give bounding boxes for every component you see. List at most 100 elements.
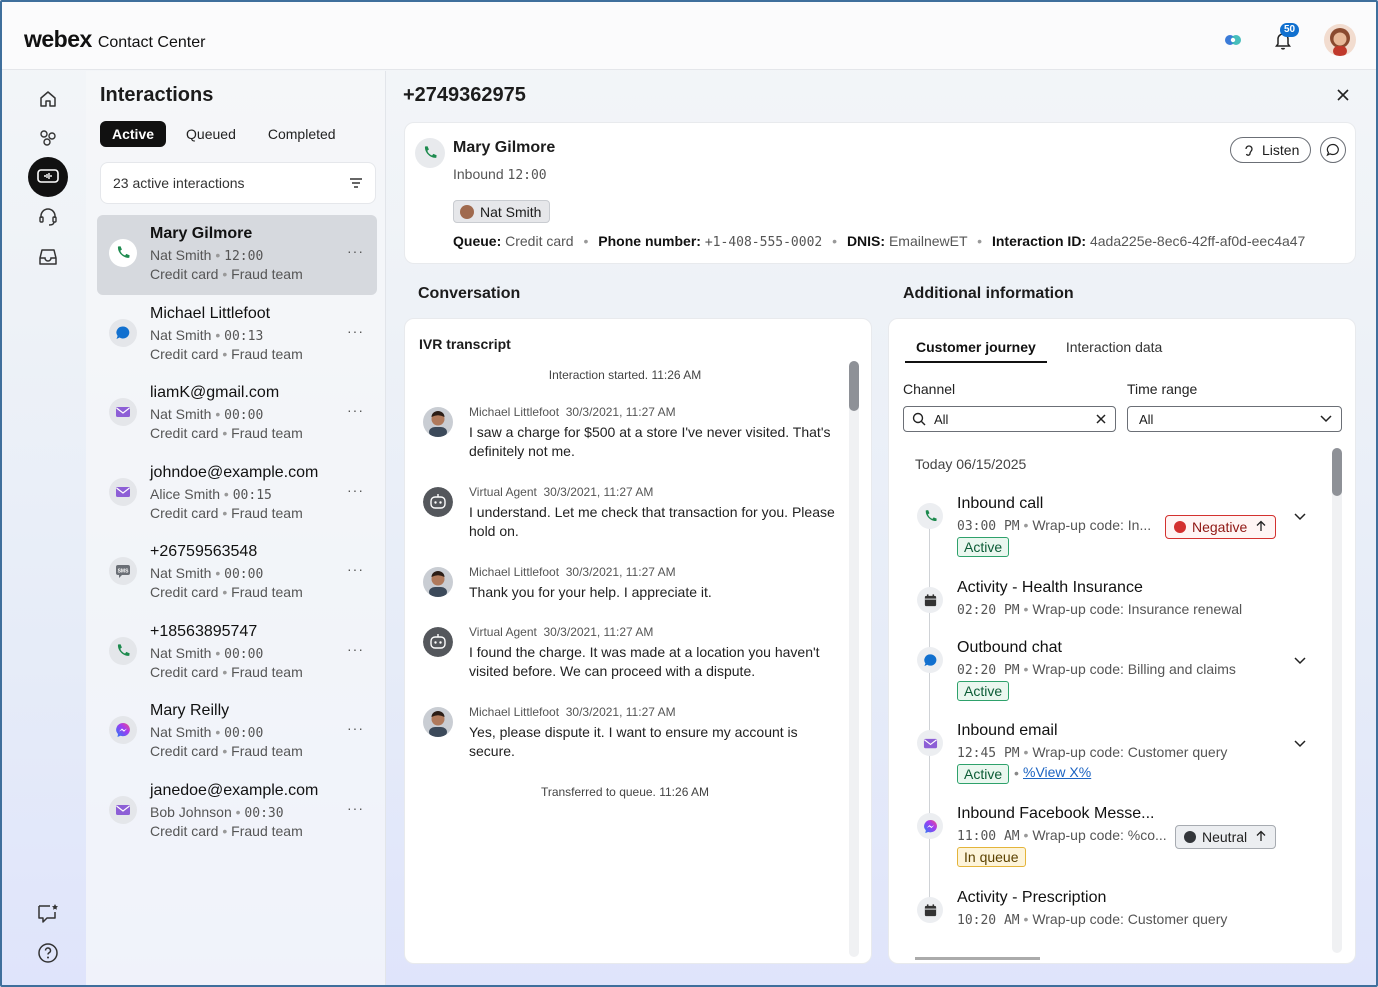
calendar-journey-icon [917, 897, 943, 923]
interactions-icon [37, 169, 59, 183]
journey-title: Activity - Prescription [957, 889, 1107, 906]
separator-dot: • [1019, 911, 1033, 927]
interactions-filter-bar[interactable]: 23 active interactions [100, 162, 376, 204]
interaction-phone-title: +2749362975 [403, 84, 526, 106]
meta-spacer [537, 485, 544, 499]
more-options-icon[interactable]: ··· [347, 482, 364, 498]
journey-title: Outbound chat [957, 639, 1062, 656]
tab-interaction-data[interactable]: Interaction data [1055, 339, 1174, 363]
journey-status-badge: Active [957, 764, 1010, 784]
interaction-team: Fraud team [231, 822, 303, 839]
top-bar: webex Contact Center 50 [2, 2, 1376, 70]
journey-wrapup: Wrap-up code: Customer query [1032, 911, 1228, 927]
interaction-item[interactable]: liamK@gmail.com Nat Smith • 00:00 Credit c… [97, 374, 377, 454]
expand-chevron-icon[interactable] [1292, 735, 1308, 751]
interaction-queue: Credit card [150, 663, 219, 680]
transferred-msg: Transferred to queue. 11:26 AM [540, 785, 710, 799]
nav-support[interactable] [28, 197, 68, 237]
interaction-item[interactable]: Michael Littlefoot Nat Smith • 00:13 Credi… [97, 295, 377, 375]
sentiment-badge[interactable]: Negative [1165, 515, 1277, 539]
tab-customer-journey[interactable]: Customer journey [905, 339, 1047, 363]
separator-dot: • [211, 644, 225, 661]
tab-active[interactable]: Active [100, 121, 167, 147]
interaction-item[interactable]: SMS +26759563548 Nat Smith • 00:00 Credit c… [97, 533, 377, 613]
customer-avatar [423, 407, 453, 437]
time-range-select[interactable]: All [1127, 406, 1342, 432]
interaction-queue-team: Credit card • Fraud team [150, 505, 303, 521]
more-options-icon[interactable]: ··· [347, 800, 364, 816]
interaction-id-label: Interaction ID: [991, 233, 1087, 249]
phone-channel-icon [109, 636, 137, 665]
neutral-sentiment-icon [1184, 831, 1196, 843]
close-icon[interactable] [1334, 86, 1352, 104]
notifications-button[interactable]: 50 [1272, 23, 1300, 51]
expand-chevron-icon[interactable] [1292, 508, 1308, 524]
journey-item[interactable]: Outbound chat 02:20 PM • Wrap-up code: Bi… [913, 639, 1333, 709]
interaction-list: Mary Gilmore Nat Smith • 12:00 Credit card… [97, 215, 377, 851]
journey-item[interactable]: Inbound call 03:00 PM • Wrap-up code: In.… [913, 495, 1333, 565]
interaction-item[interactable]: +18563895747 Nat Smith • 00:00 Credit card… [97, 613, 377, 693]
more-options-icon[interactable]: ··· [347, 641, 364, 657]
message-meta: Michael Littlefoot 30/3/2021, 11:27 AM [469, 705, 676, 719]
interaction-agent: Nat Smith [150, 644, 212, 661]
user-avatar[interactable] [1324, 24, 1356, 56]
interaction-team: Fraud team [231, 584, 303, 600]
interaction-queue-team: Credit card • Fraud team [150, 743, 303, 759]
separator-dot: • [218, 504, 232, 521]
channel-filter-input[interactable]: All [903, 406, 1116, 432]
interaction-item[interactable]: janedoe@example.com Bob Johnson • 00:30 Cr… [97, 772, 377, 852]
listen-button[interactable]: Listen [1230, 137, 1312, 163]
nav-interactions[interactable] [28, 157, 68, 197]
interaction-team: Fraud team [231, 345, 303, 362]
agent-chip: Nat Smith [453, 200, 551, 223]
interaction-item[interactable]: Mary Reilly Nat Smith • 00:00 Credit card … [97, 692, 377, 772]
nav-home[interactable] [28, 79, 68, 119]
interaction-time: 00:00 [224, 567, 264, 582]
interaction-queue: Credit card [150, 743, 219, 759]
conversation-scrollbar[interactable] [849, 361, 859, 957]
journey-meta: 11:00 AM • Wrap-up code: %co... [957, 827, 1167, 844]
meta-spacer [559, 405, 566, 419]
interaction-agent-time: Alice Smith • 00:15 [150, 486, 272, 503]
more-options-icon[interactable]: ··· [347, 720, 364, 736]
conversation-scroll-thumb[interactable] [849, 361, 859, 411]
interaction-name: +26759563548 [150, 543, 258, 560]
journey-item[interactable]: Inbound Facebook Messe... 11:00 AM • Wrap… [913, 805, 1333, 875]
more-options-icon[interactable]: ··· [347, 243, 364, 259]
view-link[interactable]: %View X% [1023, 764, 1091, 780]
journey-scroll-thumb[interactable] [1332, 448, 1342, 496]
channel-label: Channel [903, 381, 956, 397]
interaction-queue: Credit card [150, 345, 219, 362]
bot-avatar-icon [423, 487, 453, 517]
journey-item[interactable]: Inbound email 12:45 PM • Wrap-up code: Cu… [913, 722, 1333, 792]
sentiment-badge[interactable]: Neutral [1175, 825, 1277, 849]
message-button[interactable] [1320, 137, 1346, 163]
separator-dot: • [220, 485, 233, 502]
message-meta: Michael Littlefoot 30/3/2021, 11:27 AM [469, 405, 676, 419]
nav-feedback[interactable] [28, 893, 68, 933]
more-options-icon[interactable]: ··· [347, 561, 364, 577]
notification-badge: 50 [1280, 23, 1300, 37]
expand-chevron-icon[interactable] [1292, 652, 1308, 668]
nav-help[interactable] [28, 933, 68, 973]
nav-inbox[interactable] [28, 237, 68, 277]
interaction-time: 00:00 [224, 646, 264, 662]
more-options-icon[interactable]: ··· [347, 323, 364, 339]
tab-queued[interactable]: Queued [174, 121, 248, 147]
journey-item[interactable]: Activity - Prescription 10:20 AM • Wrap-u… [913, 889, 1333, 959]
clear-icon[interactable] [1095, 413, 1107, 425]
filter-icon[interactable] [349, 177, 363, 189]
more-options-icon[interactable]: ··· [347, 402, 364, 418]
interaction-item[interactable]: Mary Gilmore Nat Smith • 12:00 Credit card… [97, 215, 377, 295]
message-time: 30/3/2021, 11:27 AM [565, 705, 676, 719]
interaction-item[interactable]: johndoe@example.com Alice Smith • 00:15 Cr… [97, 454, 377, 534]
journey-time: 11:00 AM [957, 829, 1020, 844]
ai-assistant-icon[interactable] [1224, 33, 1242, 47]
journey-scrollbar[interactable] [1332, 448, 1342, 953]
tab-completed[interactable]: Completed [256, 121, 348, 147]
nav-teams[interactable] [28, 118, 68, 158]
separator-dot: • [218, 266, 232, 282]
separator-dot: • [218, 743, 232, 759]
message-meta: Michael Littlefoot 30/3/2021, 11:27 AM [469, 565, 676, 579]
chat-bubble-icon [1326, 143, 1339, 157]
